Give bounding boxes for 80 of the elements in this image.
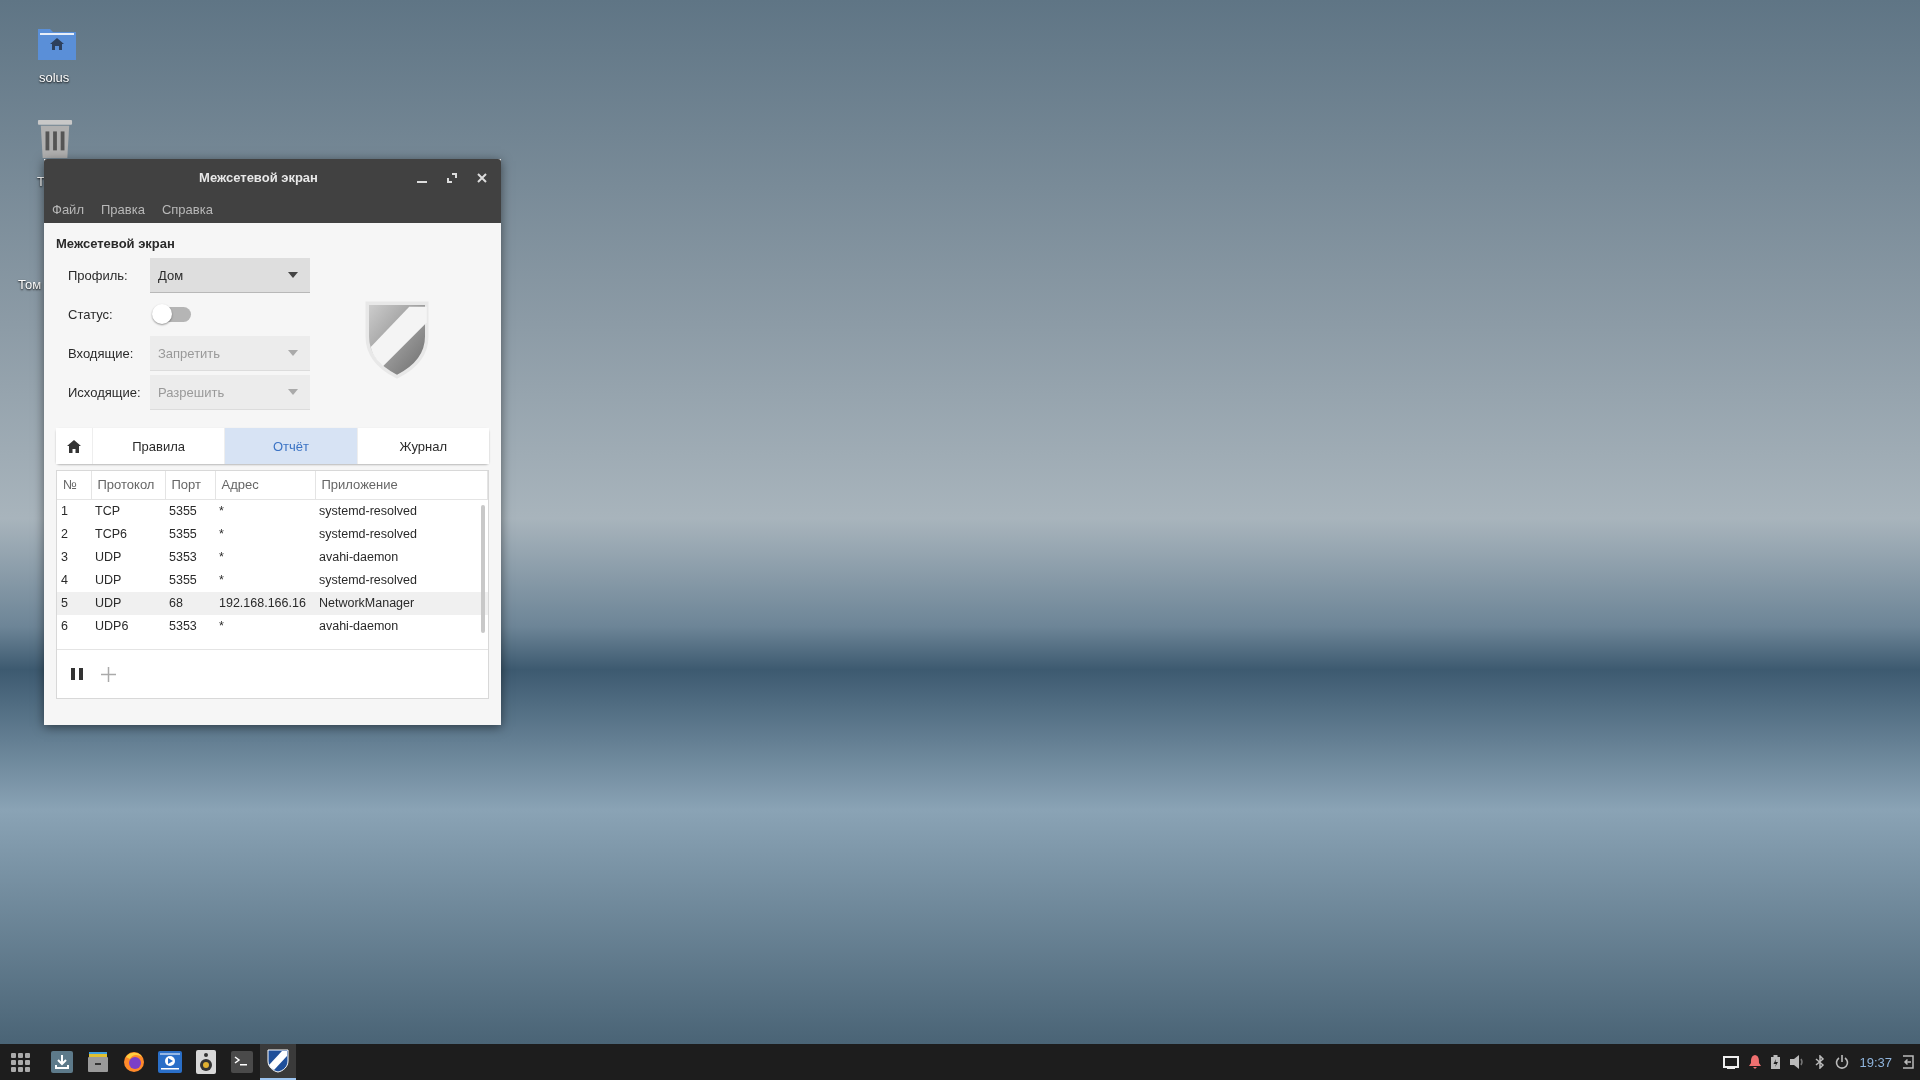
table-cell-text: *	[218, 526, 225, 543]
browser-icon	[123, 1051, 145, 1073]
download-icon	[51, 1051, 73, 1073]
toggle-switch[interactable]	[154, 307, 191, 322]
table-cell-text: 5353	[168, 549, 198, 566]
table-cell: 5353	[165, 614, 215, 638]
drawer-icon	[87, 1051, 109, 1073]
table-cell: *	[215, 499, 315, 523]
clock[interactable]: 19:37	[1859, 1054, 1892, 1070]
table-cell: UDP	[91, 591, 165, 615]
shield-icon	[267, 1049, 289, 1073]
desktop-icon-label: Том	[18, 277, 42, 292]
column-header[interactable]: Протокол	[91, 471, 165, 499]
table-cell-text: 5355	[168, 526, 198, 543]
logout-icon[interactable]	[1902, 1055, 1914, 1069]
table-cell: 192.168.166.16	[215, 591, 315, 615]
dropdown[interactable]: Дом	[150, 258, 310, 293]
table-cell: TCP	[91, 499, 165, 523]
close-icon	[477, 172, 487, 183]
caret-icon	[288, 272, 298, 278]
table-cell-text: 2	[60, 526, 69, 543]
speaker-icon	[196, 1050, 216, 1074]
table-cell: NetworkManager	[315, 591, 488, 615]
table-cell: systemd-resolved	[315, 499, 488, 523]
menu-item[interactable]: Файл	[52, 202, 84, 217]
field-label: Исходящие:	[68, 385, 142, 400]
tab[interactable]: Отчёт	[224, 428, 357, 464]
app-grid-icon[interactable]	[10, 1052, 30, 1072]
desktop-icon-label: Т	[37, 174, 45, 189]
column-header[interactable]: Порт	[165, 471, 215, 499]
column-header[interactable]: №	[57, 471, 91, 499]
field-label: Входящие:	[68, 346, 135, 361]
home-icon	[67, 439, 81, 453]
menu-item[interactable]: Справка	[161, 202, 213, 217]
column-header[interactable]: Приложение	[315, 471, 488, 499]
trash-icon[interactable]	[37, 118, 73, 160]
taskbar-app-button[interactable]	[260, 1044, 296, 1080]
tab[interactable]: Журнал	[356, 428, 489, 464]
table-cell: 5355	[165, 499, 215, 523]
table-cell: 68	[165, 591, 215, 615]
table-cell: 5355	[165, 568, 215, 592]
table-cell: 1	[57, 499, 91, 523]
power-icon[interactable]	[1835, 1055, 1850, 1069]
table-cell: systemd-resolved	[315, 568, 488, 592]
table-cell-text: UDP	[94, 549, 123, 566]
menu-item[interactable]: Правка	[100, 202, 145, 217]
section-heading: Межсетевой экран	[56, 236, 176, 251]
table-cell: 5	[57, 591, 91, 615]
monitor-icon[interactable]	[1723, 1055, 1740, 1069]
video-player-icon	[158, 1051, 182, 1073]
scrollbar[interactable]	[481, 505, 485, 633]
volume-icon[interactable]	[1790, 1055, 1806, 1069]
table-cell-text: avahi-daemon	[318, 549, 400, 566]
minimize-icon	[417, 180, 427, 183]
field-label: Статус:	[68, 307, 114, 322]
caret-icon	[288, 350, 298, 356]
tab[interactable]: Правила	[92, 428, 225, 464]
battery-icon[interactable]	[1771, 1055, 1781, 1069]
field-label: Профиль:	[68, 268, 129, 283]
table-cell: 4	[57, 568, 91, 592]
table-cell: *	[215, 614, 315, 638]
table-cell-text: 3	[60, 549, 69, 566]
table-cell-text: TCP6	[94, 526, 128, 543]
table-cell: 6	[57, 614, 91, 638]
column-header[interactable]: Адрес	[215, 471, 315, 499]
bell-icon[interactable]	[1749, 1055, 1762, 1069]
home-tab[interactable]	[56, 428, 92, 464]
table-cell: *	[215, 568, 315, 592]
pause-button[interactable]	[71, 668, 83, 680]
table-cell: avahi-daemon	[315, 614, 488, 638]
table-cell: UDP	[91, 568, 165, 592]
table-cell: UDP6	[91, 614, 165, 638]
desktop-icon-label: solus	[39, 70, 70, 85]
window-title: Межсетевой экран	[198, 170, 319, 185]
bluetooth-icon[interactable]	[1815, 1055, 1826, 1069]
table-cell-text: systemd-resolved	[318, 526, 418, 543]
caret-icon	[288, 389, 298, 395]
terminal-icon	[231, 1051, 253, 1073]
maximize-icon	[447, 172, 457, 183]
table-cell-text: *	[218, 549, 225, 566]
